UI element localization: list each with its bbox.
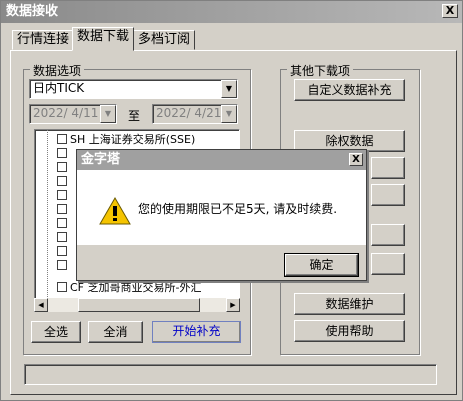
warning-icon xyxy=(99,197,131,225)
clear-all-button[interactable]: 全消 xyxy=(88,321,143,343)
dialog-title: 金字塔 xyxy=(81,152,121,167)
data-type-select[interactable]: 日内TICK ▼ xyxy=(29,79,238,99)
dialog-title-bar: 金字塔 X xyxy=(77,150,366,170)
checkbox[interactable] xyxy=(57,218,67,228)
dialog-close-button[interactable]: X xyxy=(349,153,363,166)
scroll-thumb[interactable] xyxy=(78,298,200,312)
tree-item[interactable] xyxy=(35,147,70,161)
scroll-right-icon[interactable]: ▶ xyxy=(226,298,240,312)
window-title: 数据接收 xyxy=(6,4,59,19)
tree-item[interactable] xyxy=(35,231,70,245)
expiry-warning-dialog: 金字塔 X 您的使用期限已不足5天, 请及时续费. 确定 xyxy=(76,149,367,281)
checkbox[interactable] xyxy=(57,176,67,186)
tab-multi-level-subscribe[interactable]: 多档订阅 xyxy=(133,30,196,50)
checkbox[interactable] xyxy=(57,282,67,292)
custom-supplement-button[interactable]: 自定义数据补充 xyxy=(294,79,405,101)
ok-button[interactable]: 确定 xyxy=(284,253,359,277)
date-range-separator: 至 xyxy=(128,109,141,123)
dialog-message: 您的使用期限已不足5天, 请及时续费. xyxy=(138,202,338,216)
tree-item-sse[interactable]: SH 上海证券交易所(SSE) xyxy=(35,133,195,147)
window-title-bar: 数据接收 X xyxy=(1,1,462,23)
hidden-button[interactable] xyxy=(371,157,405,179)
data-type-value: 日内TICK xyxy=(33,81,85,95)
date-to-value: 2022/ 4/21 xyxy=(156,106,222,120)
chevron-down-icon[interactable]: ▼ xyxy=(100,105,116,123)
checkbox[interactable] xyxy=(57,204,67,214)
checkbox[interactable] xyxy=(57,232,67,242)
date-from-value: 2022/ 4/11 xyxy=(33,106,99,120)
hidden-button[interactable] xyxy=(371,253,405,275)
tree-item[interactable] xyxy=(35,217,70,231)
chevron-down-icon[interactable]: ▼ xyxy=(221,105,237,123)
tree-horizontal-scrollbar[interactable]: ◀ ▶ xyxy=(34,298,240,312)
checkbox[interactable] xyxy=(57,190,67,200)
data-maintenance-button[interactable]: 数据维护 xyxy=(294,293,405,315)
scroll-left-icon[interactable]: ◀ xyxy=(34,298,48,312)
data-options-label: 数据选项 xyxy=(30,62,85,79)
chevron-down-icon[interactable]: ▼ xyxy=(221,80,237,98)
usage-help-button[interactable]: 使用帮助 xyxy=(294,320,405,342)
select-all-button[interactable]: 全选 xyxy=(31,321,81,343)
tab-market-connection[interactable]: 行情连接 xyxy=(12,30,75,50)
window-close-button[interactable]: X xyxy=(442,4,458,18)
checkbox[interactable] xyxy=(57,246,67,256)
checkbox[interactable] xyxy=(57,148,67,158)
checkbox[interactable] xyxy=(57,260,67,270)
tree-item[interactable] xyxy=(35,175,70,189)
status-bar xyxy=(24,364,437,385)
checkbox[interactable] xyxy=(57,134,67,144)
date-to-picker[interactable]: 2022/ 4/21 ▼ xyxy=(152,104,238,124)
data-receive-window: 数据接收 X 行情连接 数据下载 多档订阅 数据选项 日内TICK ▼ 2022… xyxy=(0,0,463,401)
hidden-button[interactable] xyxy=(371,224,405,246)
tree-item[interactable] xyxy=(35,203,70,217)
tree-item-cme-fx[interactable]: CF 芝加哥商业交易所-外汇 xyxy=(35,281,201,295)
checkbox[interactable] xyxy=(57,162,67,172)
tree-item[interactable] xyxy=(35,259,70,273)
hidden-button[interactable] xyxy=(371,184,405,206)
tree-item[interactable] xyxy=(35,161,70,175)
start-supplement-button[interactable]: 开始补充 xyxy=(152,321,241,343)
other-downloads-label: 其他下载项 xyxy=(287,62,354,79)
tree-item[interactable] xyxy=(35,245,70,259)
tab-data-download[interactable]: 数据下载 xyxy=(72,27,135,51)
tree-item[interactable] xyxy=(35,189,70,203)
dialog-body: 您的使用期限已不足5天, 请及时续费. xyxy=(77,170,366,245)
date-from-picker[interactable]: 2022/ 4/11 ▼ xyxy=(29,104,117,124)
